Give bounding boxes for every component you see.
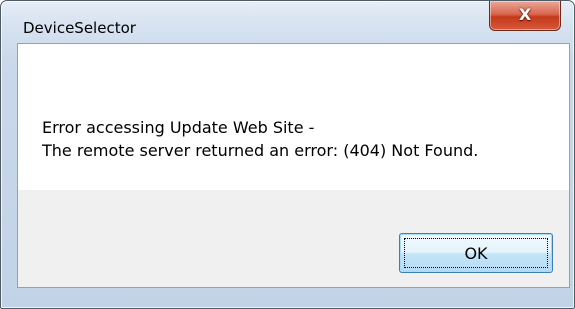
button-panel: OK <box>18 190 569 287</box>
ok-button-label: OK <box>464 244 488 263</box>
close-icon: X <box>518 5 532 24</box>
dialog-window: DeviceSelector X Error accessing Update … <box>0 0 575 309</box>
error-message-line-2: The remote server returned an error: (40… <box>42 141 479 160</box>
dialog-content: Error accessing Update Web Site - The re… <box>17 43 570 288</box>
close-button[interactable]: X <box>489 1 561 31</box>
error-message-line-1: Error accessing Update Web Site - <box>42 118 315 137</box>
ok-button[interactable]: OK <box>399 233 553 273</box>
title-bar[interactable]: DeviceSelector X <box>1 1 574 43</box>
window-title: DeviceSelector <box>23 19 136 37</box>
message-panel: Error accessing Update Web Site - The re… <box>18 44 569 190</box>
